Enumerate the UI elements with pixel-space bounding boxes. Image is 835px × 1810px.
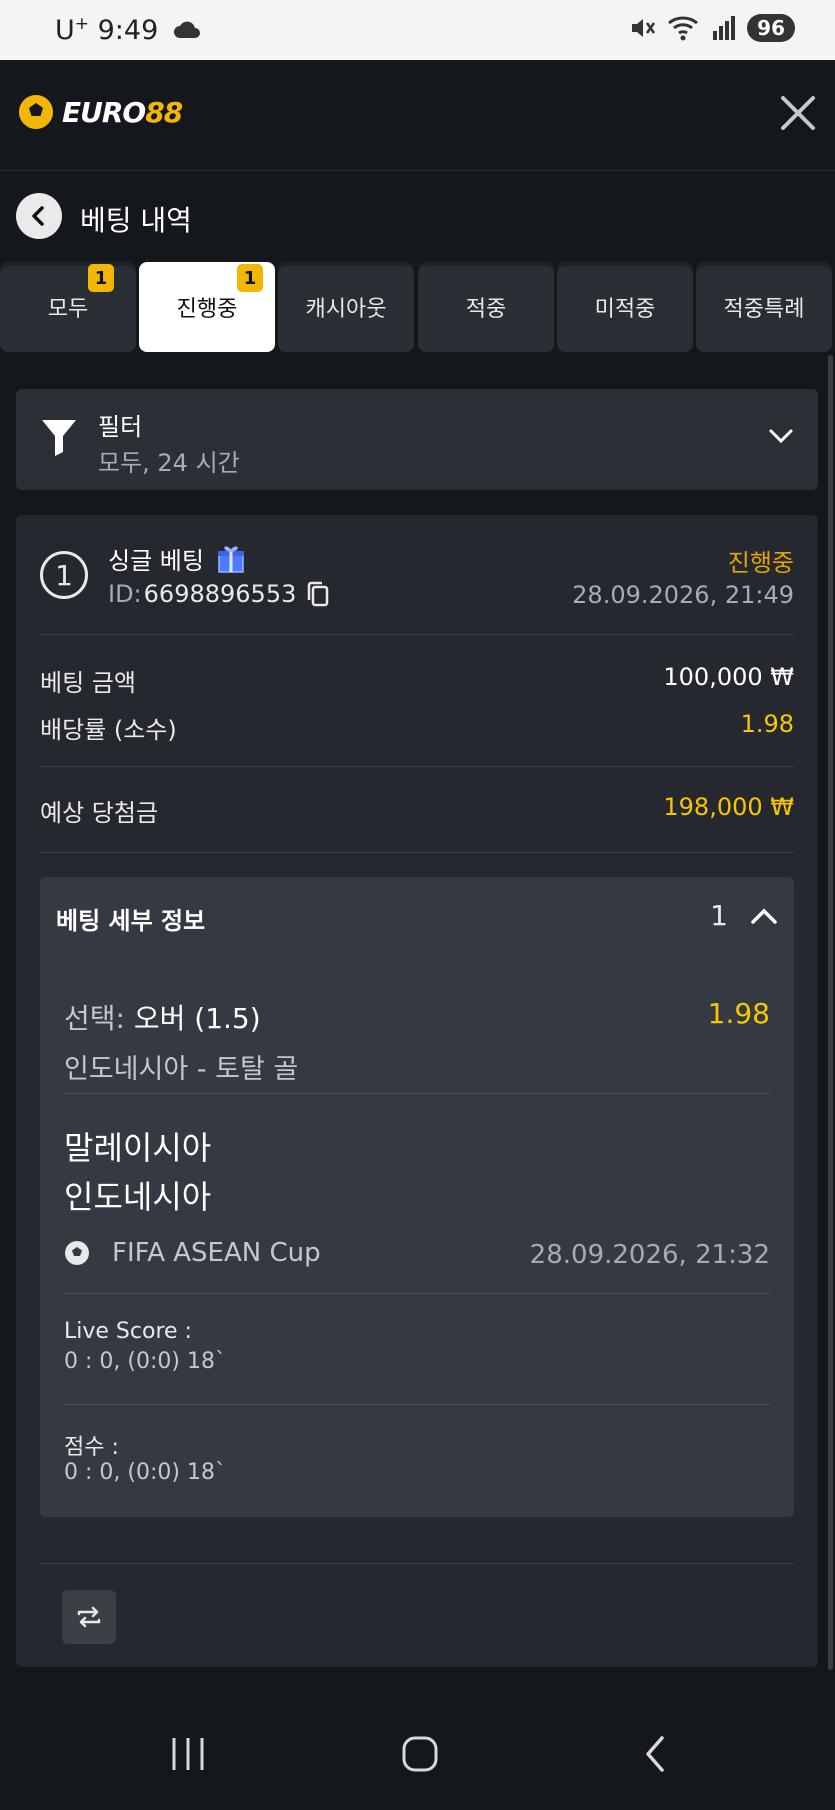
bet-details: 선택: 오버 (1.5) 1.98 인도네시아 - 토탈 골 말레이시아 인도네… [40, 957, 794, 1517]
odds-value: 1.98 [740, 710, 794, 738]
chevron-down-icon [769, 429, 793, 444]
bet-type-label: 싱글 베팅 [108, 547, 204, 575]
tab-won[interactable]: 적중 [418, 262, 554, 352]
odds-label: 배당률 (소수) [40, 716, 177, 744]
market: 인도네시아 - 토탈 골 [64, 1054, 299, 1085]
tab-in-progress[interactable]: 진행중 1 [139, 262, 275, 352]
cloud-icon [174, 21, 200, 38]
bet-id: ID: 6698896553 [108, 580, 330, 608]
payout-label: 예상 당첨금 [40, 799, 159, 827]
divider [40, 1563, 794, 1564]
selection-odds: 1.98 [707, 997, 770, 1030]
wifi-icon [668, 16, 699, 41]
battery-indicator: 96 [747, 14, 795, 42]
live-score-label: Live Score : [64, 1319, 192, 1344]
details-title: 베팅 세부 정보 [56, 907, 206, 935]
tab-label: 적중특례 [723, 297, 805, 322]
bet-type: 싱글 베팅 [108, 541, 246, 576]
repeat-bet-button[interactable] [62, 1590, 116, 1644]
tab-label: 캐시아웃 [305, 297, 387, 322]
bet-card: 1 싱글 베팅 ID: 6698896553 진행중 28.09.2026, 21… [16, 515, 818, 1667]
soccer-ball-icon [17, 93, 55, 131]
selection-prefix: 선택: [64, 1002, 125, 1035]
back-button[interactable] [16, 193, 62, 239]
divider [40, 852, 794, 853]
selection: 선택: 오버 (1.5) [64, 997, 261, 1037]
filter-summary: 모두, 24 시간 [98, 449, 240, 477]
repeat-icon [77, 1606, 101, 1628]
status-bar: U+ 9:49 96 [0, 0, 835, 60]
tab-all[interactable]: 모두 1 [0, 262, 136, 352]
page-title: 베팅 내역 [80, 204, 192, 237]
home-team: 말레이시아 [64, 1129, 212, 1167]
app-header: EURO88 [0, 60, 835, 171]
gift-icon [217, 545, 244, 573]
divider [40, 634, 794, 635]
logo[interactable]: EURO88 [16, 92, 183, 132]
match-date: 28.09.2026, 21:32 [529, 1240, 770, 1270]
league: FIFA ASEAN Cup [64, 1238, 321, 1268]
score: 0 : 0, (0:0) 18` [64, 1460, 226, 1485]
mute-icon [632, 19, 656, 37]
away-team: 인도네시아 [64, 1178, 212, 1216]
stake-value: 100,000 ₩ [663, 663, 794, 691]
filter-title: 필터 [98, 413, 143, 441]
logo-text: EURO88 [62, 95, 183, 129]
league-name: FIFA ASEAN Cup [112, 1238, 321, 1268]
tab-lost[interactable]: 미적중 [557, 262, 693, 352]
home-icon[interactable] [400, 1734, 440, 1774]
details-count: 1 [710, 899, 728, 932]
chevron-up-icon [751, 908, 777, 924]
divider [40, 766, 794, 767]
divider [64, 1404, 770, 1405]
back-arrow-icon [32, 206, 44, 226]
system-nav-bar [0, 1690, 835, 1810]
scrollbar[interactable] [828, 355, 833, 1670]
tab-label: 진행중 [176, 297, 238, 322]
soccer-ball-icon [65, 1241, 89, 1265]
status-time: U+ 9:49 [55, 14, 159, 46]
divider [64, 1293, 770, 1294]
bet-placed-date: 28.09.2026, 21:49 [572, 581, 794, 609]
tab-label: 모두 [47, 297, 89, 322]
tab-label: 미적중 [594, 297, 656, 322]
tab-cashout[interactable]: 캐시아웃 [278, 262, 414, 352]
payout-value: 198,000 ₩ [663, 793, 794, 821]
divider [64, 1093, 770, 1094]
score-label: 점수 : [64, 1435, 119, 1460]
tab-badge: 1 [237, 264, 263, 292]
recent-apps-icon[interactable] [168, 1734, 208, 1774]
filter-funnel-icon [42, 420, 76, 456]
tab-badge: 1 [88, 264, 114, 292]
stake-label: 베팅 금액 [40, 669, 136, 697]
close-icon[interactable] [775, 90, 821, 136]
tab-label: 적중 [465, 297, 507, 322]
live-score: 0 : 0, (0:0) 18` [64, 1349, 226, 1374]
bet-number: 1 [40, 551, 88, 599]
bet-status: 진행중 [727, 549, 794, 577]
filter-panel[interactable]: 필터 모두, 24 시간 [16, 389, 818, 490]
copy-icon[interactable] [306, 580, 330, 608]
back-nav-icon[interactable] [636, 1734, 676, 1774]
status-tabs: 모두 1 진행중 1 캐시아웃 적중 미적중 적중특례 [0, 262, 835, 354]
bet-details-toggle[interactable]: 베팅 세부 정보 1 [40, 877, 794, 957]
signal-icon [713, 16, 736, 40]
title-bar: 베팅 내역 [0, 171, 835, 261]
tab-special-win[interactable]: 적중특례 [696, 262, 832, 352]
bet-id-label: ID: [108, 580, 142, 608]
bet-id-value: 6698896553 [143, 580, 297, 608]
selection-value: 오버 (1.5) [133, 1002, 261, 1035]
